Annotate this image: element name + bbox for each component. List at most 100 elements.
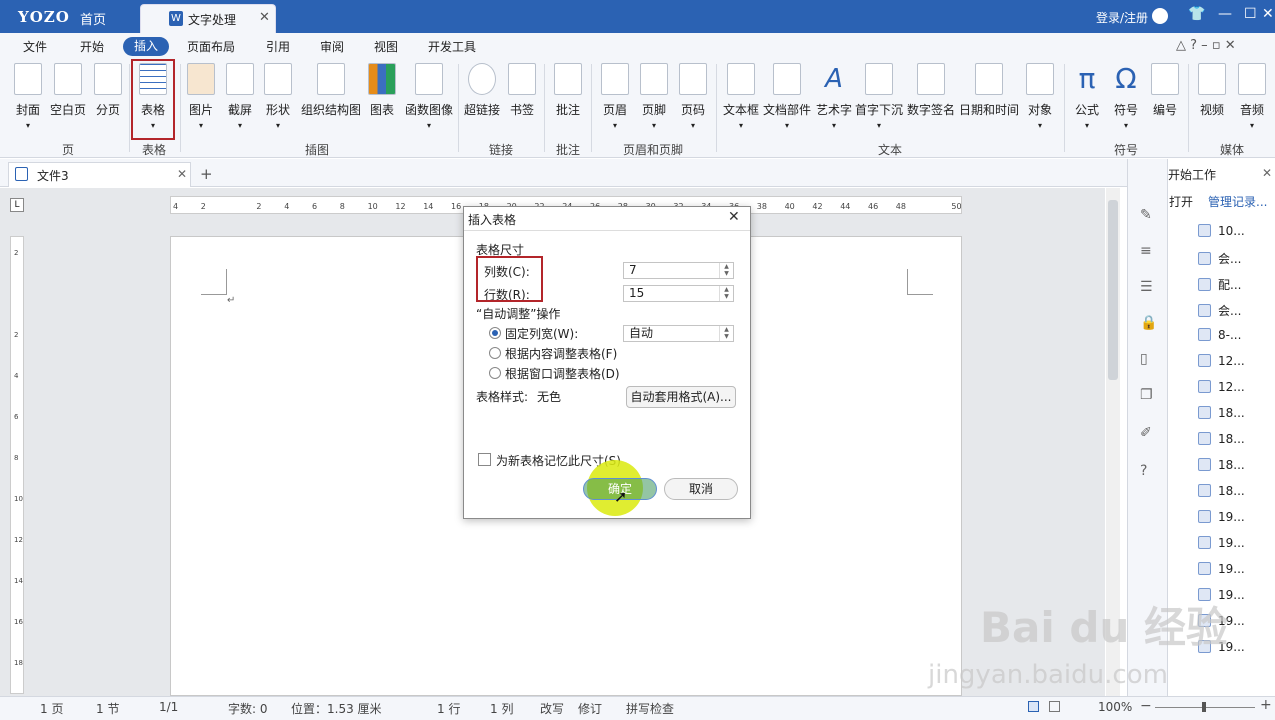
doc-parts-button[interactable]: 文档部件 ▾ [763, 63, 811, 130]
skin-icon[interactable]: 👕 [1188, 6, 1205, 22]
text-box-button[interactable]: 文本框 ▾ [722, 63, 760, 130]
doc-app-tab[interactable]: W 文字处理 ✕ [140, 4, 276, 33]
outline-icon[interactable]: ☰ [1140, 279, 1153, 295]
menu-insert[interactable]: 插入 [123, 37, 169, 56]
picture-button[interactable]: 图片 ▾ [186, 63, 216, 130]
recent-file-item[interactable]: 18... [1198, 458, 1245, 472]
vertical-ruler[interactable]: 2 2 4 6 8 10 12 14 16 18 [10, 236, 24, 694]
manage-records-link[interactable]: 管理记录... [1208, 193, 1267, 210]
user-icon[interactable] [1152, 8, 1168, 24]
numbering-button[interactable]: 编号 [1149, 63, 1181, 118]
page-break-button[interactable]: 分页 [92, 63, 124, 118]
page-number-button[interactable]: 页码 ▾ [678, 63, 708, 130]
chart-button[interactable]: 图表 [368, 63, 396, 118]
function-graph-button[interactable]: 函数图像 ▾ [403, 63, 455, 130]
recent-file-item[interactable]: 18... [1198, 484, 1245, 498]
recent-file-item[interactable]: 会... [1198, 302, 1241, 319]
recent-file-item[interactable]: 19... [1198, 510, 1245, 524]
cancel-button[interactable]: 取消 [664, 478, 738, 500]
recent-file-item[interactable]: 19... [1198, 536, 1245, 550]
lock-icon[interactable]: 🔒 [1140, 315, 1157, 331]
recent-file-label: 19... [1218, 562, 1245, 576]
pen-icon[interactable]: ✎ [1140, 207, 1152, 223]
page-view-icon[interactable] [1028, 701, 1039, 712]
menu-view[interactable]: 视图 [374, 38, 398, 55]
shape-button[interactable]: 形状 ▾ [263, 63, 293, 130]
close-window-icon[interactable]: ✕ [1262, 6, 1274, 22]
menu-review[interactable]: 审阅 [320, 38, 344, 55]
hyperlink-button[interactable]: 超链接 [462, 63, 502, 118]
recent-file-item[interactable]: 19... [1198, 562, 1245, 576]
footer-button[interactable]: 页脚 ▾ [639, 63, 669, 130]
close-panel-icon[interactable]: ✕ [1262, 166, 1272, 180]
symbol-button[interactable]: Ω 符号 ▾ [1110, 63, 1142, 130]
blank-page-button[interactable]: 空白页 [48, 63, 88, 118]
menu-layout[interactable]: 页面布局 [187, 38, 235, 55]
recent-file-item[interactable]: 12... [1198, 380, 1245, 394]
autoformat-button[interactable]: 自动套用格式(A)... [626, 386, 736, 408]
rows-input[interactable]: 15 ▲ ▼ [623, 285, 734, 302]
bookmark-button[interactable]: 书签 [507, 63, 537, 118]
fit-content-radio[interactable] [489, 347, 501, 359]
menu-references[interactable]: 引用 [266, 38, 290, 55]
close-document-icon[interactable]: ✕ [177, 167, 187, 181]
tab-stop-selector[interactable]: L [10, 198, 24, 212]
recent-file-item[interactable]: 10... [1198, 224, 1245, 238]
menu-developer[interactable]: 开发工具 [428, 38, 476, 55]
close-tab-icon[interactable]: ✕ [259, 10, 270, 25]
status-overtype[interactable]: 改写 [540, 700, 564, 717]
edit-icon[interactable]: ✐ [1140, 425, 1152, 441]
recent-file-item[interactable]: 会... [1198, 250, 1241, 267]
menu-file[interactable]: 文件 [23, 38, 47, 55]
clipboard-icon[interactable]: ▯ [1140, 351, 1148, 367]
header-button[interactable]: 页眉 ▾ [600, 63, 630, 130]
fixed-width-radio[interactable] [489, 327, 501, 339]
cols-input[interactable]: 7 ▲ ▼ [623, 262, 734, 279]
minimize-icon[interactable]: — [1218, 6, 1232, 22]
help-icon[interactable]: ? [1140, 463, 1147, 479]
word-art-button[interactable]: A 艺术字 ▾ [815, 63, 853, 130]
fixed-width-input[interactable]: 自动 ▲ ▼ [623, 325, 734, 342]
open-link[interactable]: 打开 [1169, 193, 1193, 210]
settings-sliders-icon[interactable]: ≡ [1140, 243, 1152, 259]
remember-size-checkbox[interactable] [478, 453, 491, 466]
web-view-icon[interactable] [1049, 701, 1060, 712]
zoom-out-icon[interactable]: − [1140, 698, 1152, 714]
document-tab[interactable]: 文件3 ✕ [8, 162, 191, 187]
cols-spin-arrows[interactable]: ▲ ▼ [719, 263, 733, 278]
new-tab-icon[interactable]: + [200, 165, 213, 183]
org-chart-button[interactable]: 组织结构图 [300, 63, 362, 118]
screenshot-button[interactable]: 截屏 ▾ [225, 63, 255, 130]
copy-icon[interactable]: ❐ [1140, 387, 1153, 403]
menu-home[interactable]: 开始 [80, 38, 104, 55]
object-button[interactable]: 对象 ▾ [1026, 63, 1054, 130]
recent-file-item[interactable]: 配... [1198, 276, 1241, 293]
status-spell[interactable]: 拼写检查 [626, 700, 674, 717]
video-button[interactable]: 视频 [1196, 63, 1228, 118]
status-col: 1 列 [490, 702, 514, 716]
scrollbar-thumb[interactable] [1108, 200, 1118, 380]
zoom-slider-handle[interactable] [1202, 702, 1206, 712]
drop-cap-button[interactable]: 首字下沉 ▾ [855, 63, 903, 130]
fit-window-radio[interactable] [489, 367, 501, 379]
comment-button[interactable]: 批注 [553, 63, 583, 118]
login-link[interactable]: 登录/注册 [1096, 9, 1148, 26]
digital-signature-button[interactable]: 数字签名 [906, 63, 956, 118]
cover-button[interactable]: 封面 ▾ [12, 63, 44, 130]
dialog-close-icon[interactable]: ✕ [728, 209, 740, 225]
zoom-in-icon[interactable]: + [1260, 697, 1272, 713]
rows-spin-arrows[interactable]: ▲ ▼ [719, 286, 733, 301]
date-time-button[interactable]: 日期和时间 [959, 63, 1019, 118]
fixed-width-spin-arrows[interactable]: ▲ ▼ [719, 326, 733, 341]
digital-signature-label: 数字签名 [906, 103, 955, 117]
recent-file-item[interactable]: 18... [1198, 432, 1245, 446]
recent-file-item[interactable]: 12... [1198, 354, 1245, 368]
home-tab[interactable]: 首页 [80, 9, 106, 28]
recent-file-item[interactable]: 8-... [1198, 328, 1241, 342]
audio-button[interactable]: 音频 ▾ [1236, 63, 1268, 130]
formula-button[interactable]: π 公式 ▾ [1071, 63, 1103, 130]
status-revise[interactable]: 修订 [578, 700, 602, 717]
maximize-icon[interactable]: ☐ [1244, 6, 1257, 22]
recent-file-item[interactable]: 18... [1198, 406, 1245, 420]
collapse-ribbon-icon[interactable]: △ ? – ▫ ✕ [1176, 38, 1236, 53]
